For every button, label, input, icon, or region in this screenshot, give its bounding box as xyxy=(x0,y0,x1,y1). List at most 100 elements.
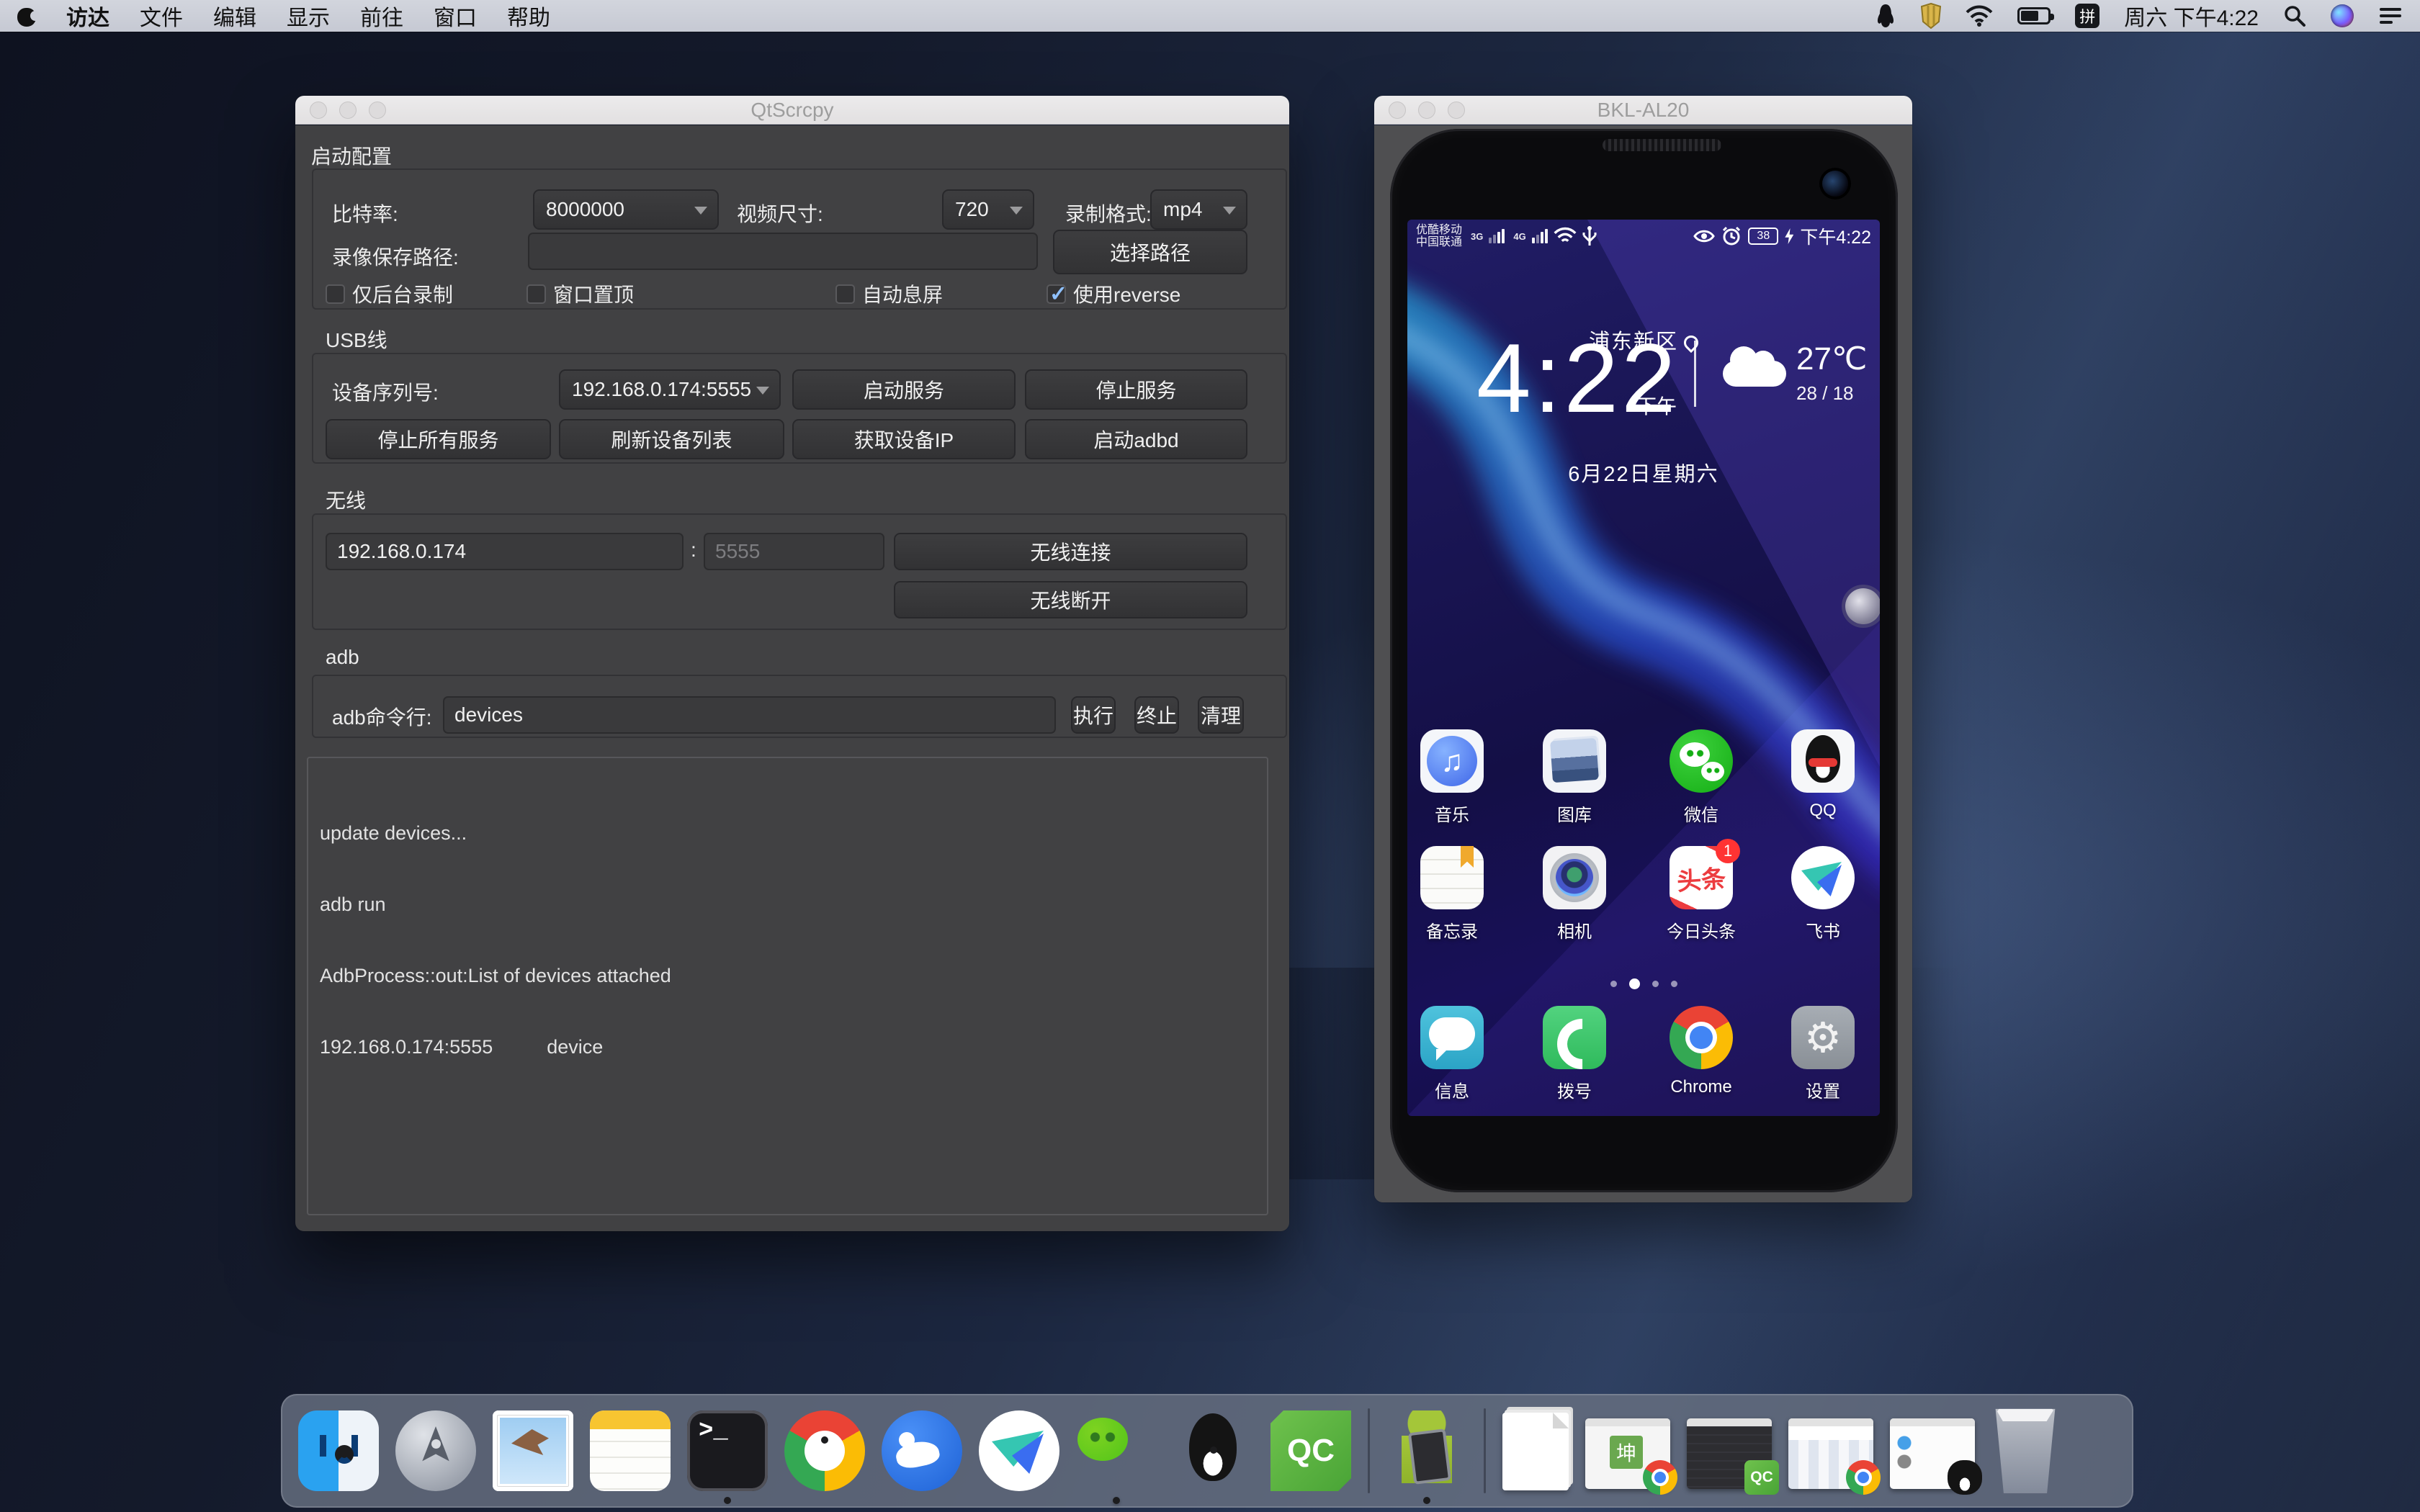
menu-file[interactable]: 文件 xyxy=(140,0,183,32)
menu-view[interactable]: 显示 xyxy=(287,0,330,32)
zoom-button[interactable] xyxy=(369,102,386,119)
stop-service-button[interactable]: 停止服务 xyxy=(1025,369,1247,410)
checkbox-window-topmost[interactable]: 窗口置顶 xyxy=(526,279,634,308)
dock-item-finder[interactable] xyxy=(298,1410,379,1491)
dock-item-notes[interactable] xyxy=(590,1410,671,1491)
zoom-button[interactable] xyxy=(1448,102,1465,119)
dock-item-launchpad[interactable] xyxy=(395,1410,476,1491)
wireless-connect-button[interactable]: 无线连接 xyxy=(894,533,1247,570)
input-method-icon[interactable]: 拼 xyxy=(2075,4,2099,28)
checkbox-auto-screen-off[interactable]: 自动息屏 xyxy=(835,279,943,308)
dock-item-feishu[interactable] xyxy=(979,1410,1059,1491)
menu-help[interactable]: 帮助 xyxy=(507,0,550,32)
minimize-button[interactable] xyxy=(339,102,357,119)
app-messages[interactable]: 信息 xyxy=(1409,1006,1495,1102)
dock-item-seal-app[interactable] xyxy=(882,1410,962,1491)
dock-minimized-chrome-window[interactable]: 坤 xyxy=(1585,1418,1670,1489)
checkbox-use-reverse[interactable]: 使用reverse xyxy=(1047,279,1180,308)
music-icon[interactable] xyxy=(1420,729,1484,793)
apple-menu-icon[interactable] xyxy=(17,5,36,27)
wireless-ip-input[interactable] xyxy=(326,533,684,570)
spotlight-search-icon[interactable] xyxy=(2283,4,2306,27)
adb-clear-button[interactable]: 清理 xyxy=(1198,696,1244,734)
camera-icon[interactable] xyxy=(1543,846,1606,909)
choose-path-button[interactable]: 选择路径 xyxy=(1053,230,1247,274)
qq-status-icon[interactable] xyxy=(1875,4,1896,28)
messages-icon[interactable] xyxy=(1420,1006,1484,1069)
checkbox-box-checked[interactable] xyxy=(1047,284,1066,304)
wireless-port-input[interactable] xyxy=(704,533,884,570)
qq-badge-icon xyxy=(1948,1460,1982,1495)
app-notes[interactable]: 备忘录 xyxy=(1409,846,1495,942)
dock-item-chrome[interactable] xyxy=(784,1410,865,1491)
dock-minimized-qq-window[interactable] xyxy=(1890,1418,1975,1489)
toutiao-icon[interactable]: 头条 1 xyxy=(1670,846,1733,909)
adb-cmd-input[interactable] xyxy=(443,696,1056,734)
menu-clock[interactable]: 周六 下午4:22 xyxy=(2124,0,2259,32)
settings-gear-icon[interactable] xyxy=(1791,1006,1855,1069)
menu-edit[interactable]: 编辑 xyxy=(213,0,256,32)
phone-titlebar[interactable]: BKL-AL20 xyxy=(1374,96,1912,125)
chrome-icon[interactable] xyxy=(1670,1006,1733,1069)
dock-minimized-browser-window[interactable] xyxy=(1788,1418,1873,1489)
dock-item-mail[interactable] xyxy=(493,1410,573,1491)
phone-screen[interactable]: 优酷移动 中国联通 3G 4G xyxy=(1407,220,1880,1116)
dialer-icon[interactable] xyxy=(1543,1006,1606,1069)
bitrate-combo[interactable]: 8000000 xyxy=(533,189,719,230)
dock-minimized-qtscrcpy-window[interactable]: QC xyxy=(1687,1418,1772,1489)
app-dialer[interactable]: 拨号 xyxy=(1531,1006,1618,1102)
dock-item-trash[interactable] xyxy=(1991,1405,2059,1493)
dock-item-terminal[interactable] xyxy=(687,1410,768,1491)
checkbox-box[interactable] xyxy=(326,284,345,304)
app-camera[interactable]: 相机 xyxy=(1531,846,1618,942)
security-shield-icon[interactable] xyxy=(1921,3,1941,29)
start-service-button[interactable]: 启动服务 xyxy=(792,369,1016,410)
qq-icon[interactable] xyxy=(1791,729,1855,793)
menu-app-name[interactable]: 访达 xyxy=(66,0,109,32)
checkbox-box[interactable] xyxy=(526,284,546,304)
app-feishu[interactable]: 飞书 xyxy=(1780,846,1866,942)
start-adbd-button[interactable]: 启动adbd xyxy=(1025,419,1247,459)
app-chrome[interactable]: Chrome xyxy=(1658,1006,1744,1097)
feishu-icon[interactable] xyxy=(1791,846,1855,909)
wifi-icon[interactable] xyxy=(1966,5,1993,27)
record-format-combo[interactable]: mp4 xyxy=(1150,189,1247,230)
wireless-disconnect-button[interactable]: 无线断开 xyxy=(894,581,1247,618)
close-button[interactable] xyxy=(1389,102,1406,119)
menu-window[interactable]: 窗口 xyxy=(434,0,477,32)
app-music[interactable]: 音乐 xyxy=(1409,729,1495,826)
minimize-button[interactable] xyxy=(1418,102,1435,119)
dock-item-qtscrcpy[interactable]: QC xyxy=(1270,1410,1351,1491)
log-output[interactable]: update devices... adb run AdbProcess::ou… xyxy=(307,757,1268,1215)
app-gallery[interactable]: 图库 xyxy=(1531,729,1618,826)
close-button[interactable] xyxy=(310,102,327,119)
floating-ball[interactable] xyxy=(1845,588,1880,624)
app-qq[interactable]: QQ xyxy=(1780,729,1866,821)
notes-icon[interactable] xyxy=(1420,846,1484,909)
dock-item-android-scrcpy[interactable] xyxy=(1386,1410,1467,1491)
dock-item-document-stack[interactable] xyxy=(1502,1413,1569,1490)
qtscrcpy-titlebar[interactable]: QtScrcpy xyxy=(295,96,1289,125)
record-path-input[interactable] xyxy=(528,233,1038,270)
dock-item-wechat[interactable] xyxy=(1076,1410,1157,1491)
app-toutiao[interactable]: 头条 1 今日头条 xyxy=(1658,846,1744,942)
wechat-icon[interactable] xyxy=(1670,729,1733,793)
get-device-ip-button[interactable]: 获取设备IP xyxy=(792,419,1016,459)
adb-kill-button[interactable]: 终止 xyxy=(1134,696,1179,734)
checkbox-background-record[interactable]: 仅后台录制 xyxy=(326,279,453,308)
app-wechat[interactable]: 微信 xyxy=(1658,729,1744,826)
battery-icon[interactable] xyxy=(2017,7,2051,24)
siri-icon[interactable] xyxy=(2331,4,2354,27)
video-size-combo[interactable]: 720 xyxy=(942,189,1034,230)
notification-center-icon[interactable] xyxy=(2378,6,2403,26)
refresh-device-list-button[interactable]: 刷新设备列表 xyxy=(559,419,784,459)
adb-run-button[interactable]: 执行 xyxy=(1071,696,1116,734)
checkbox-box[interactable] xyxy=(835,284,855,304)
serial-combo[interactable]: 192.168.0.174:5555 xyxy=(559,369,781,410)
stop-all-services-button[interactable]: 停止所有服务 xyxy=(326,419,551,459)
battery-status-icon: 38 xyxy=(1748,228,1778,245)
app-settings[interactable]: 设置 xyxy=(1780,1006,1866,1102)
menu-go[interactable]: 前往 xyxy=(360,0,403,32)
dock-item-qq[interactable] xyxy=(1173,1410,1254,1491)
gallery-icon[interactable] xyxy=(1543,729,1606,793)
